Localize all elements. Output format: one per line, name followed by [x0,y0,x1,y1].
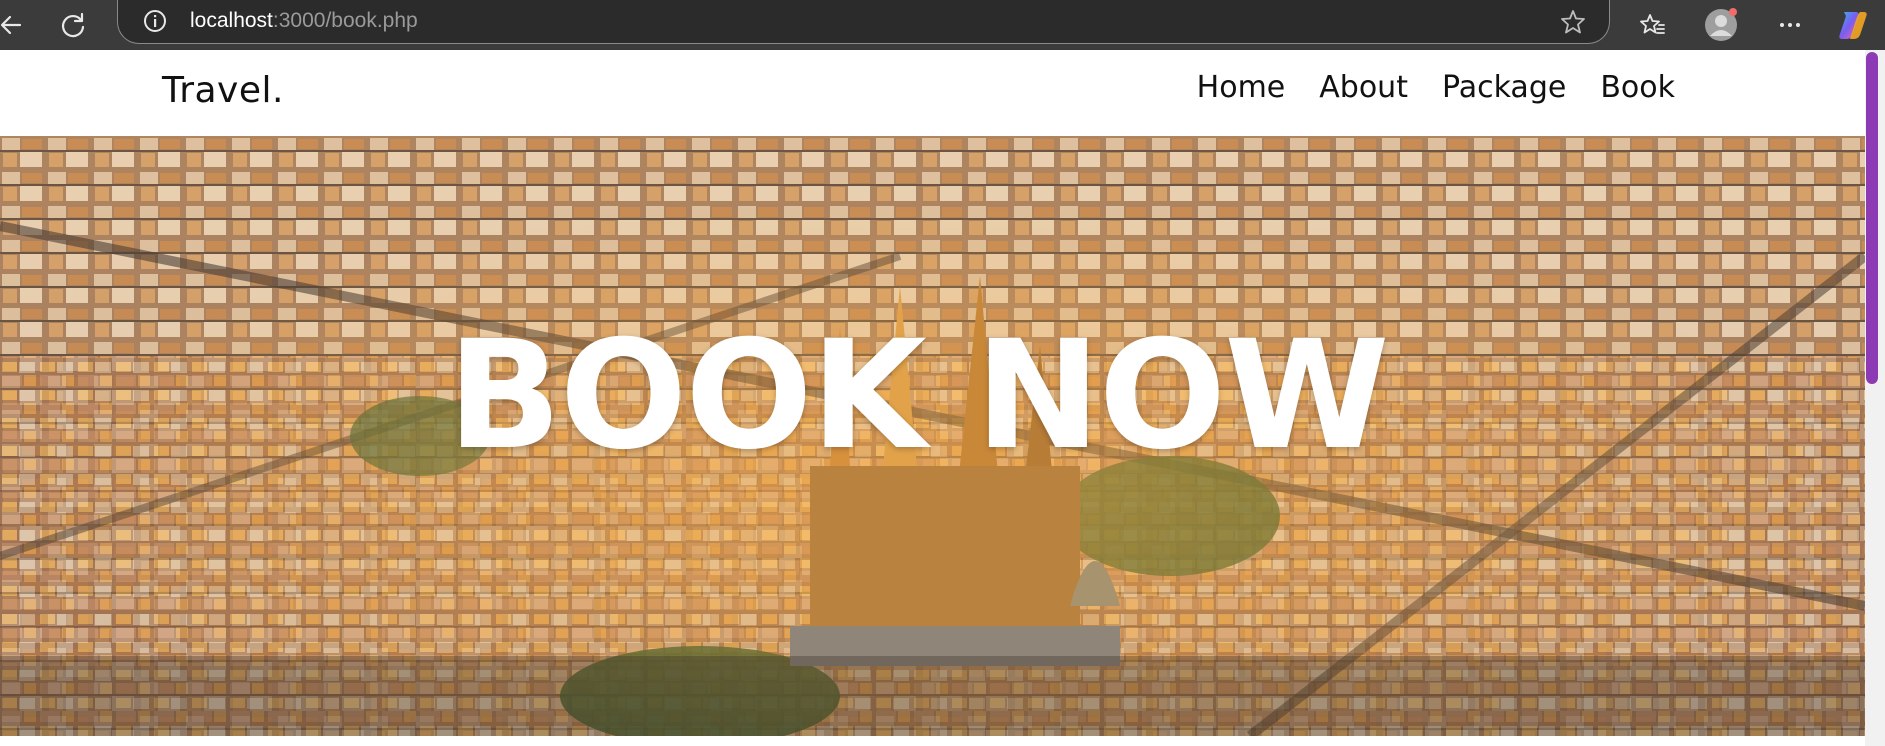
hero-title: BOOK NOW [447,309,1389,483]
browser-toolbar: localhost:3000/book.php [0,0,1885,50]
nav-link-package[interactable]: Package [1442,70,1566,105]
scrollbar-thumb[interactable] [1866,52,1878,384]
favorites-icon[interactable] [1635,8,1669,42]
copilot-icon[interactable] [1836,8,1870,42]
url-text[interactable]: localhost:3000/book.php [190,9,418,33]
more-icon[interactable] [1773,8,1807,42]
address-bar[interactable]: localhost:3000/book.php [117,0,1610,44]
main-nav: Home About Package Book [1197,70,1675,105]
site-header: Travel. Home About Package Book [0,50,1865,136]
site-logo[interactable]: Travel. [162,70,284,111]
star-icon[interactable] [1559,8,1587,40]
nav-link-home[interactable]: Home [1197,70,1286,105]
info-icon[interactable] [142,8,168,38]
profile-icon[interactable] [1704,8,1738,42]
back-icon[interactable] [0,8,28,42]
url-host: localhost [190,9,273,32]
hero-section: BOOK NOW [0,136,1865,736]
nav-link-about[interactable]: About [1319,70,1408,105]
refresh-icon[interactable] [56,8,90,42]
nav-link-book[interactable]: Book [1600,70,1675,105]
url-path: :3000/book.php [272,9,418,32]
page-viewport: Travel. Home About Package Book BOOK NOW [0,50,1865,746]
